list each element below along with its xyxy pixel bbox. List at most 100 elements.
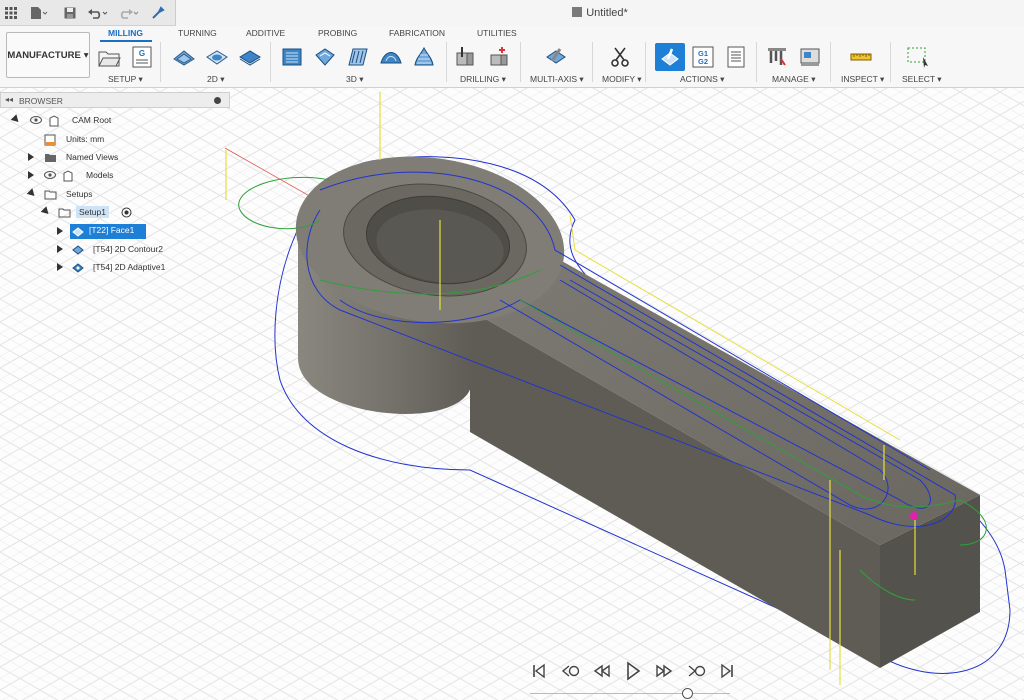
tree-node-face1[interactable]: [T22] Face1 <box>0 224 200 240</box>
tree-label: Named Views <box>66 152 119 162</box>
scallop-icon[interactable] <box>378 44 404 70</box>
tree-label: CAM Root <box>72 115 112 125</box>
group-modify-label[interactable]: MODIFY ▾ <box>602 74 642 85</box>
tree-node-setup1[interactable]: Setup1 <box>0 205 200 221</box>
document-settings-icon <box>44 134 56 146</box>
workspace-switcher-button[interactable]: MANUFACTURE ▾ <box>6 32 90 78</box>
tree-node-cam-root[interactable]: CAM Root <box>0 113 200 129</box>
steep-and-shallow-icon[interactable] <box>345 44 371 70</box>
document-title: Untitled* <box>176 7 1024 19</box>
expand-toggle-icon[interactable] <box>57 227 63 235</box>
post-process-icon[interactable]: G1 G2 <box>690 44 716 70</box>
setup-icon-text: G <box>139 49 145 58</box>
group-drilling-label[interactable]: DRILLING ▾ <box>460 74 506 85</box>
3d-pocket-icon[interactable] <box>312 44 338 70</box>
2d-adaptive-icon[interactable] <box>171 44 197 70</box>
face-icon[interactable] <box>237 44 263 70</box>
browser-header: ◂◂ BROWSER <box>0 92 230 108</box>
group-inspect-label[interactable]: INSPECT ▾ <box>841 74 884 85</box>
workspace-label: MANUFACTURE <box>7 49 81 61</box>
tree-label: Setup1 <box>76 206 109 218</box>
post-library-icon[interactable] <box>797 44 823 70</box>
tree-node-named-views[interactable]: Named Views <box>0 150 200 166</box>
select-window-icon[interactable] <box>905 44 931 70</box>
skip-to-end-icon[interactable] <box>716 660 738 682</box>
expand-toggle-icon[interactable] <box>28 153 34 161</box>
tree-node-units[interactable]: Units: mm <box>0 132 200 148</box>
scissors-icon[interactable] <box>607 44 633 70</box>
group-setup-label[interactable]: SETUP ▾ <box>108 74 143 85</box>
expand-toggle-icon[interactable] <box>28 171 34 179</box>
tab-milling[interactable]: MILLING <box>108 28 143 38</box>
group-divider <box>520 42 521 82</box>
browser-title: BROWSER <box>19 96 63 106</box>
eye-icon[interactable] <box>30 115 42 126</box>
tab-turning[interactable]: TURNING <box>178 28 217 38</box>
group-multi-axis-label[interactable]: MULTI-AXIS ▾ <box>530 74 584 85</box>
folder-open-icon <box>44 189 57 200</box>
face-operation-icon <box>72 226 84 237</box>
tab-additive[interactable]: ADDITIVE <box>246 28 285 38</box>
toolbar-ribbon: MANUFACTURE ▾ MILLING TURNING ADDITIVE PR… <box>0 26 1024 88</box>
group-3d-label[interactable]: 3D ▾ <box>346 74 364 85</box>
expand-toggle-icon[interactable] <box>40 206 52 217</box>
group-divider <box>830 42 831 82</box>
browser-options-icon[interactable] <box>214 97 221 104</box>
expand-toggle-icon[interactable] <box>10 114 22 125</box>
tree-label: Units: mm <box>66 134 105 144</box>
tree-node-2d-adaptive1[interactable]: [T54] 2D Adaptive1 <box>0 260 200 276</box>
nc-program-icon[interactable]: G <box>129 44 155 70</box>
tree-label: [T54] 2D Adaptive1 <box>93 262 166 272</box>
tab-utilities[interactable]: UTILITIES <box>477 28 517 38</box>
tree-node-setups[interactable]: Setups <box>0 187 200 203</box>
group-divider <box>890 42 891 82</box>
expand-toggle-icon[interactable] <box>57 245 63 253</box>
tool-position-marker[interactable] <box>910 512 918 520</box>
expand-toggle-icon[interactable] <box>57 263 63 271</box>
component-icon <box>62 170 74 182</box>
setup-sheet-icon[interactable] <box>723 44 749 70</box>
step-forward-icon[interactable] <box>653 660 675 682</box>
collapse-panel-icon[interactable]: ◂◂ <box>5 95 13 104</box>
hole-recognition-icon[interactable] <box>486 44 512 70</box>
undo-icon[interactable] <box>86 4 110 22</box>
new-setup-icon[interactable] <box>96 44 122 70</box>
group-select-label[interactable]: SELECT ▾ <box>902 74 942 85</box>
multi-axis-icon[interactable] <box>543 44 569 70</box>
skip-to-start-icon[interactable] <box>528 660 550 682</box>
tool-library-icon[interactable] <box>764 44 790 70</box>
3d-adaptive-icon[interactable] <box>279 44 305 70</box>
group-actions-label[interactable]: ACTIONS ▾ <box>680 74 724 85</box>
tab-probing[interactable]: PROBING <box>318 28 357 38</box>
2d-pocket-icon[interactable] <box>204 44 230 70</box>
tab-fabrication[interactable]: FABRICATION <box>389 28 445 38</box>
play-icon[interactable] <box>622 660 644 682</box>
redo-icon[interactable] <box>117 4 141 22</box>
expand-toggle-icon[interactable] <box>26 188 38 199</box>
contour-3d-icon[interactable] <box>411 44 437 70</box>
tree-node-models[interactable]: Models <box>0 168 200 184</box>
app-grid-icon[interactable] <box>3 4 19 22</box>
eye-icon[interactable] <box>44 170 56 181</box>
folder-icon <box>44 152 56 163</box>
group-2d-label[interactable]: 2D ▾ <box>207 74 225 85</box>
tree-node-2d-contour2[interactable]: [T54] 2D Contour2 <box>0 242 200 258</box>
active-setup-indicator-icon[interactable] <box>121 207 133 218</box>
g2-text: G2 <box>698 57 708 66</box>
simulation-timeline-track[interactable] <box>530 693 730 694</box>
folder-open-icon <box>58 207 71 218</box>
measure-icon[interactable] <box>848 44 874 70</box>
tree-label: Models <box>86 170 114 180</box>
next-operation-icon[interactable] <box>685 660 707 682</box>
drill-icon[interactable] <box>452 44 478 70</box>
previous-operation-icon[interactable] <box>559 660 581 682</box>
tool-icon[interactable] <box>150 4 166 22</box>
save-icon[interactable] <box>62 4 78 22</box>
step-back-icon[interactable] <box>591 660 613 682</box>
file-icon[interactable] <box>28 4 50 22</box>
document-tab[interactable]: Untitled* <box>175 0 1024 26</box>
simulation-timeline-slider[interactable] <box>682 688 693 699</box>
group-manage-label[interactable]: MANAGE ▾ <box>772 74 815 85</box>
contour-operation-icon <box>72 244 84 255</box>
simulate-icon[interactable] <box>655 43 685 71</box>
